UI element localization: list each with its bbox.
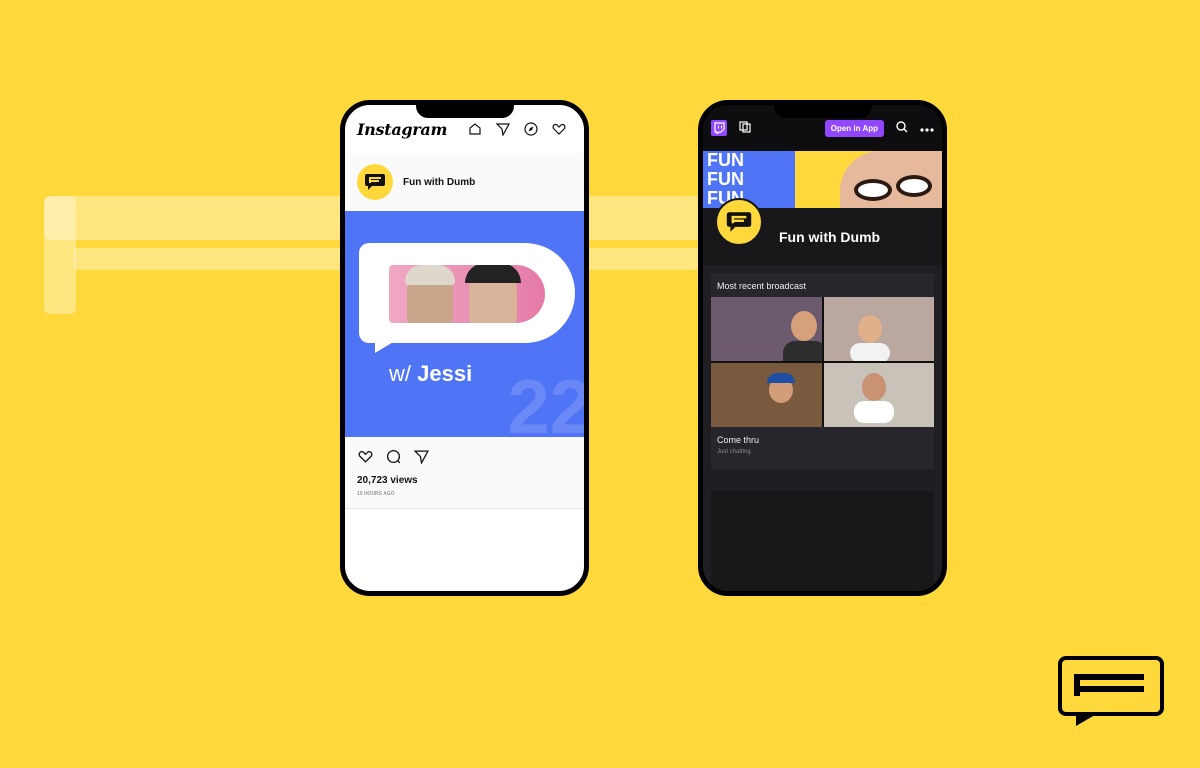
activity-heart-icon[interactable] [551, 121, 567, 137]
instagram-logo[interactable]: Instagram [357, 120, 447, 139]
comment-icon[interactable] [385, 448, 401, 464]
guest-name: Jessi [417, 361, 473, 386]
view-count: 20,723 views [345, 475, 584, 489]
recent-broadcast-card[interactable]: Most recent broadcast Come thru Just cha… [711, 273, 934, 469]
avatar[interactable] [357, 164, 393, 200]
open-in-app-button[interactable]: Open in App [824, 119, 884, 137]
broadcast-title[interactable]: Come thru [717, 435, 928, 445]
twitch-phone: Open in App FUN FUN FUN Fun with Dumb Most… [698, 100, 947, 596]
search-icon[interactable] [896, 120, 908, 136]
episode-number: 22 [507, 365, 584, 437]
channel-avatar[interactable] [715, 198, 763, 246]
browse-copy-icon[interactable] [739, 120, 751, 136]
post-actions [345, 437, 584, 475]
phone-notch [773, 105, 872, 118]
direct-message-icon[interactable] [495, 121, 511, 137]
post-timestamp: 10 HOURS AGO [345, 489, 584, 509]
explore-compass-icon[interactable] [523, 121, 539, 137]
banner-face-image [840, 151, 942, 208]
channel-info: Fun with Dumb [703, 198, 942, 265]
channel-name[interactable]: Fun with Dumb [779, 229, 880, 245]
empty-content-area [711, 491, 934, 591]
guest-prefix: w/ [389, 361, 411, 386]
post-image[interactable]: 22 w/ Jessi [345, 211, 584, 437]
phone-notch [415, 105, 514, 118]
section-title: Most recent broadcast [717, 281, 807, 291]
instagram-phone: Instagram Fun with Dumb 22 w/ Jessi 20,7… [340, 100, 589, 596]
share-icon[interactable] [413, 448, 429, 464]
fun-with-dumb-logo [1058, 656, 1164, 728]
speech-bubble-tail [375, 335, 405, 353]
broadcast-thumbnail[interactable] [711, 297, 934, 427]
guest-caption: w/ Jessi [389, 361, 472, 387]
account-name[interactable]: Fun with Dumb [403, 177, 475, 188]
twitch-logo-icon[interactable] [711, 120, 727, 136]
broadcast-category[interactable]: Just chatting [717, 449, 928, 455]
more-options-icon[interactable] [920, 121, 934, 135]
guest-photo [389, 265, 545, 323]
post-header: Fun with Dumb [345, 153, 584, 211]
home-icon[interactable] [467, 121, 483, 137]
like-heart-icon[interactable] [357, 448, 373, 464]
